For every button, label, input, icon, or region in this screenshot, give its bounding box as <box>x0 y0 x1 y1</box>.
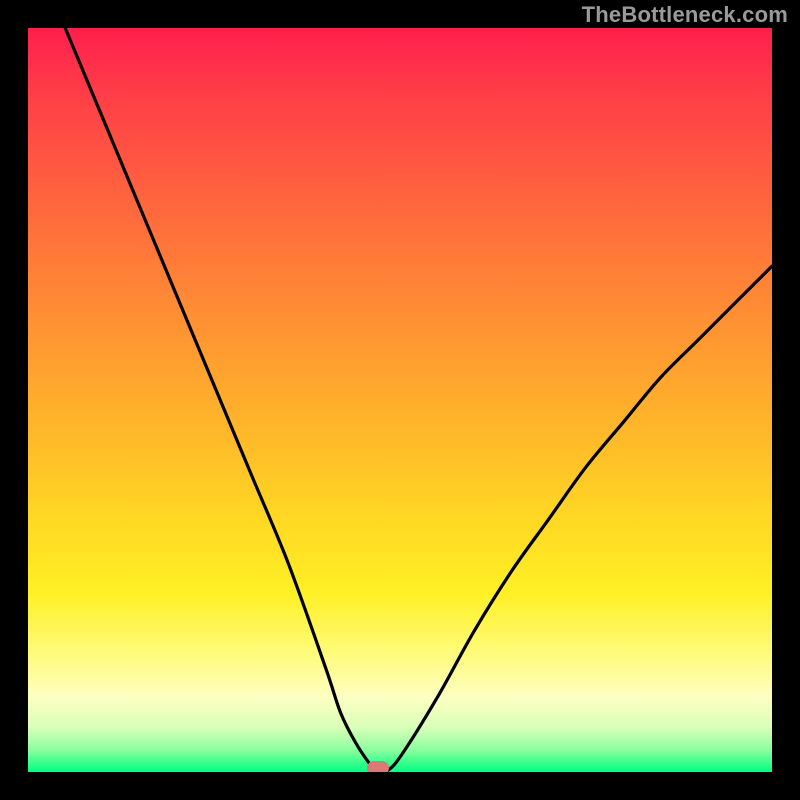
plot-area <box>28 28 772 772</box>
optimal-point-marker <box>367 761 389 772</box>
bottleneck-curve <box>28 28 772 772</box>
chart-frame: TheBottleneck.com <box>0 0 800 800</box>
watermark-text: TheBottleneck.com <box>582 2 788 28</box>
